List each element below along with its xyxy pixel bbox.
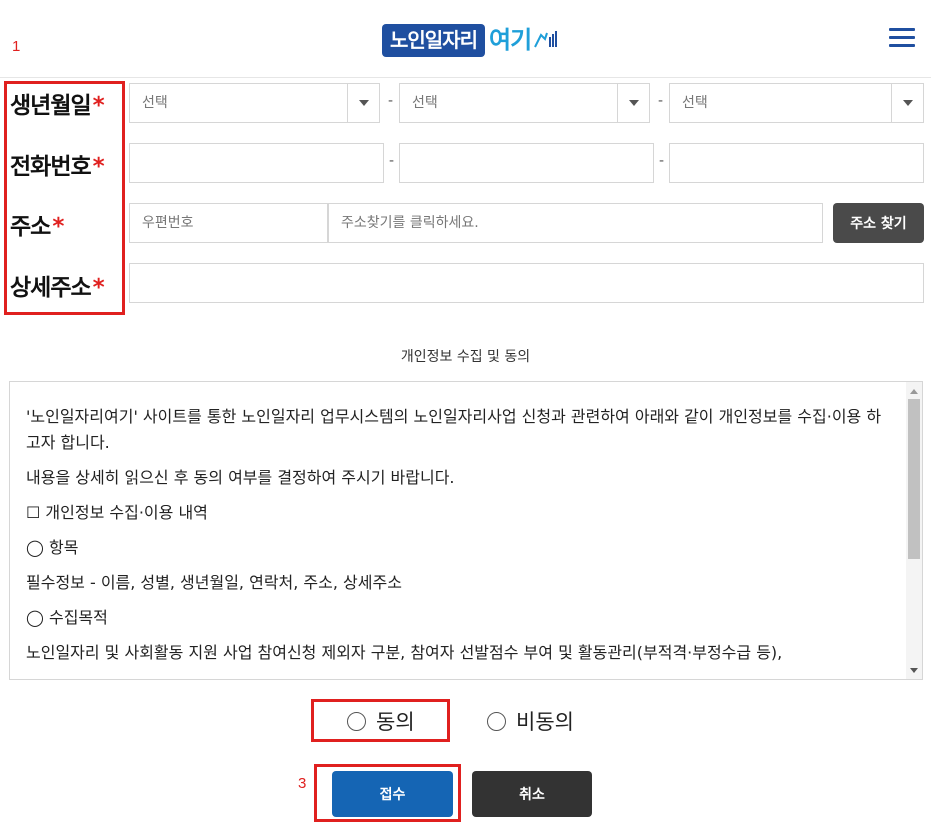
consent-textbox[interactable]: '노인일자리여기' 사이트를 통한 노인일자리 업무시스템의 노인일자리사업 신… — [9, 381, 923, 680]
scroll-down-icon[interactable] — [906, 663, 922, 677]
birth-label-text: 생년월일 — [10, 93, 92, 119]
phone-part1-input[interactable] — [129, 143, 384, 183]
birth-label: 생년월일* — [10, 86, 105, 120]
zipcode-input[interactable]: 우편번호 — [129, 203, 328, 243]
logo-sub-text: 여기 — [489, 26, 532, 54]
scroll-up-icon[interactable] — [906, 384, 922, 398]
required-mark: * — [92, 154, 105, 180]
birth-month-select[interactable]: 선택 — [399, 83, 650, 123]
radio-circle-icon — [487, 711, 506, 731]
address-label: 주소* — [10, 207, 64, 241]
phone-part2-input[interactable] — [399, 143, 654, 183]
menu-icon[interactable] — [889, 28, 915, 48]
header-bar: 노인일자리 여기 — [0, 0, 931, 78]
birth-day-select[interactable]: 선택 — [669, 83, 924, 123]
birth-separator: - — [658, 93, 664, 109]
detail-address-label: 상세주소* — [10, 268, 105, 302]
disagree-radio[interactable]: 비동의 — [487, 706, 574, 736]
birth-year-select[interactable]: 선택 — [129, 83, 380, 123]
chevron-down-icon — [617, 84, 649, 122]
logo-main-text: 노인일자리 — [382, 23, 485, 57]
phone-separator: - — [659, 153, 665, 169]
consent-paragraph: '노인일자리여기' 사이트를 통한 노인일자리 업무시스템의 노인일자리사업 신… — [26, 407, 882, 452]
consent-paragraph: ◯ 항목 — [26, 538, 79, 557]
cancel-button[interactable]: 취소 — [472, 771, 592, 817]
site-logo[interactable]: 노인일자리 여기 — [382, 22, 559, 58]
chevron-down-icon — [347, 84, 379, 122]
birth-year-value: 선택 — [142, 95, 168, 111]
annotation-number-3: 3 — [298, 775, 307, 792]
required-mark: * — [92, 93, 105, 119]
agree-label: 동의 — [376, 710, 415, 734]
consent-content: '노인일자리여기' 사이트를 통한 노인일자리 업무시스템의 노인일자리사업 신… — [26, 404, 886, 675]
phone-label-text: 전화번호 — [10, 154, 92, 180]
phone-label: 전화번호* — [10, 147, 105, 181]
consent-title: 개인정보 수집 및 동의 — [400, 349, 531, 365]
birth-month-value: 선택 — [412, 95, 438, 111]
disagree-label: 비동의 — [516, 710, 574, 734]
address-input[interactable]: 주소찾기를 클릭하세요. — [328, 203, 823, 243]
detail-address-input[interactable] — [129, 263, 924, 303]
address-label-text: 주소 — [10, 214, 51, 240]
consent-paragraph: 필수정보 - 이름, 성별, 생년월일, 연락처, 주소, 상세주소 — [26, 573, 402, 592]
birth-separator: - — [388, 93, 394, 109]
agree-radio[interactable]: 동의 — [347, 706, 415, 736]
phone-separator: - — [389, 153, 395, 169]
scroll-thumb[interactable] — [908, 399, 920, 559]
required-mark: * — [52, 214, 64, 240]
consent-paragraph: ☐ 개인정보 수집·이용 내역 — [26, 503, 208, 522]
annotation-number-1: 1 — [12, 38, 21, 55]
radio-circle-icon — [347, 711, 366, 731]
submit-button[interactable]: 접수 — [332, 771, 453, 817]
consent-paragraph: 노인일자리 및 사회활동 지원 사업 참여신청 제외자 구분, 참여자 선발점수… — [26, 643, 783, 662]
find-address-button[interactable]: 주소 찾기 — [833, 203, 924, 243]
consent-scrollbar[interactable] — [906, 382, 922, 679]
phone-part3-input[interactable] — [669, 143, 924, 183]
detail-address-label-text: 상세주소 — [10, 275, 92, 301]
consent-paragraph: 내용을 상세히 읽으신 후 동의 여부를 결정하여 주시기 바랍니다. — [26, 468, 455, 487]
logo-mark-icon — [534, 31, 558, 48]
consent-paragraph: ◯ 수집목적 — [26, 608, 108, 627]
required-mark: * — [92, 275, 105, 301]
birth-day-value: 선택 — [682, 95, 708, 111]
chevron-down-icon — [891, 84, 923, 122]
